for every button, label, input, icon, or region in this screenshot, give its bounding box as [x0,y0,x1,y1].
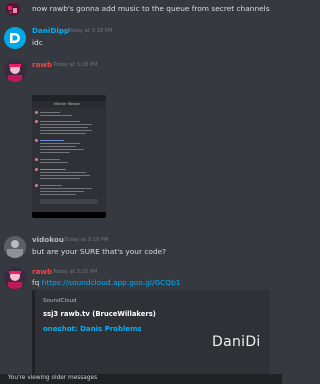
avatar[interactable] [4,267,26,289]
avatar[interactable] [6,2,20,16]
avatar[interactable] [4,60,26,82]
user-avatar-icon [4,267,26,289]
message-prefix: fq [32,278,42,287]
author-name[interactable]: rawb [32,267,52,276]
embed-author[interactable]: ssj3 rawb.tv (BruceWillakers) [43,310,156,318]
embed-title[interactable]: oneshot: Danis Problems [43,325,142,333]
watermark: DaniDi [212,334,261,350]
timestamp: Today at 3:19 PM [64,237,109,243]
message-text: but are your SURE that's your code? [32,247,167,256]
channel-title: Mother Wease [54,102,80,106]
avatar[interactable] [4,27,26,49]
author-name[interactable]: DaniDipp [32,26,69,35]
user-avatar-icon [4,236,26,258]
image-attachment[interactable]: Mother Wease [32,95,106,218]
message-text: fq https://soundcloud.app.goo.gl/GCQb1 [32,278,181,287]
pixel-art-icon [6,3,20,16]
author-name[interactable]: rawb [32,60,52,69]
embed-provider[interactable]: SoundCloud [43,298,77,304]
logo-d-icon [4,27,26,49]
message-text: idc [32,38,43,47]
older-messages-bar[interactable]: You're viewing older messages [0,374,282,384]
message-list[interactable]: now rawb's gonna add music to the queue … [0,0,282,384]
timestamp: Today at 3:18 PM [53,62,98,68]
user-avatar-icon [4,60,26,82]
avatar[interactable] [4,236,26,258]
author-name[interactable]: vidokou [32,235,64,244]
timestamp: Today at 3:18 PM [68,28,113,34]
older-messages-label: You're viewing older messages [8,375,98,381]
timestamp: Today at 3:25 PM [53,269,98,275]
message-text: now rawb's gonna add music to the queue … [32,4,270,13]
message-link[interactable]: https://soundcloud.app.goo.gl/GCQb1 [42,278,181,287]
